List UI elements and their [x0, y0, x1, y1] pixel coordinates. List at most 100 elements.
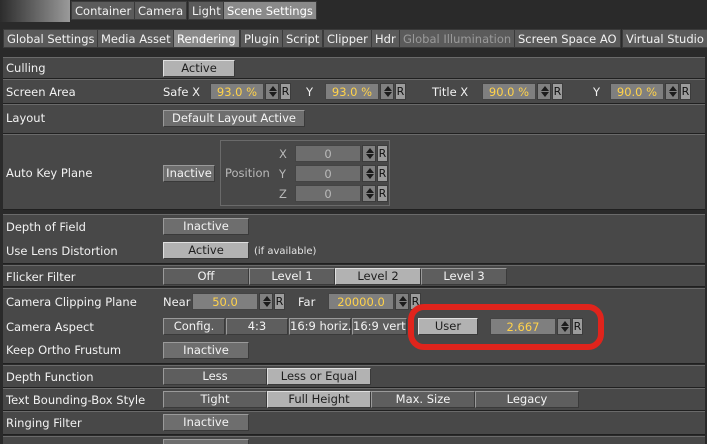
tab-camera[interactable]: Camera: [134, 1, 188, 20]
lens-distortion-note: (if available): [254, 246, 317, 257]
flicker-filter-label: Flicker Filter: [6, 270, 76, 284]
key-y-label: Y: [279, 167, 287, 181]
auto-key-plane-row: Auto Key Plane Inactive Position X 0 R Y…: [3, 134, 705, 210]
tab-container[interactable]: Container: [71, 1, 136, 20]
key-x-label: X: [279, 147, 287, 161]
flicker-off-option[interactable]: Off: [163, 268, 249, 285]
safe-x-reset-button[interactable]: R: [280, 83, 291, 100]
key-y-field[interactable]: 0: [295, 165, 361, 182]
depth-function-row: Depth Function Less Less or Equal: [3, 365, 705, 388]
clipping-plane-label: Camera Clipping Plane: [6, 295, 137, 309]
screen-area-label: Screen Area: [6, 85, 76, 99]
subtab-global-illumination[interactable]: Global Illumination: [399, 29, 516, 48]
layout-row: Layout Default Layout Active: [3, 104, 705, 134]
title-y-reset-button[interactable]: R: [680, 83, 691, 100]
subtab-hdr[interactable]: Hdr: [371, 29, 400, 48]
safe-x-spinner[interactable]: [265, 83, 279, 100]
subtab-clipper[interactable]: Clipper: [323, 29, 372, 48]
safe-y-spinner[interactable]: [380, 83, 394, 100]
aspect-4-3-option[interactable]: 4:3: [226, 318, 288, 335]
safe-y-reset-button[interactable]: R: [395, 83, 406, 100]
screen-area-row: Screen Area Safe X 93.0 % R Y 93.0 % R T…: [3, 79, 705, 104]
flicker-level1-option[interactable]: Level 1: [249, 268, 335, 285]
flicker-filter-row: Flicker Filter Off Level 1 Level 2 Level…: [3, 265, 705, 287]
subtab-script[interactable]: Script: [282, 29, 324, 48]
title-x-reset-button[interactable]: R: [552, 83, 563, 100]
culling-label: Culling: [6, 61, 46, 75]
near-label: Near: [163, 295, 191, 309]
camera-aspect-label: Camera Aspect: [6, 320, 94, 334]
bbox-max-size-option[interactable]: Max. Size: [371, 391, 475, 408]
title-x-spinner[interactable]: [537, 83, 551, 100]
aspect-16-9-horiz-option[interactable]: 16:9 horiz.: [289, 318, 351, 335]
ringing-filter-toggle[interactable]: Inactive: [163, 414, 249, 431]
ortho-frustum-toggle[interactable]: Inactive: [163, 342, 249, 359]
safe-x-field[interactable]: 93.0 %: [210, 83, 264, 100]
subtab-rendering[interactable]: Rendering: [173, 29, 240, 48]
ringing-filter-row: Ringing Filter Inactive: [3, 411, 705, 435]
lens-distortion-label: Use Lens Distortion: [6, 244, 118, 258]
default-layout-button[interactable]: Default Layout Active: [163, 110, 305, 127]
lens-distortion-toggle[interactable]: Active: [163, 242, 249, 259]
sub-tab-bar: Global Settings Media Asset Rendering Pl…: [0, 28, 707, 50]
next-row-button-partial[interactable]: [163, 439, 249, 444]
far-spinner[interactable]: [395, 293, 409, 310]
subtab-virtual-studio[interactable]: Virtual Studio: [622, 29, 707, 48]
text-bbox-label: Text Bounding-Box Style: [6, 393, 146, 407]
auto-key-plane-label: Auto Key Plane: [6, 166, 93, 180]
depth-less-equal-option[interactable]: Less or Equal: [267, 368, 371, 385]
subtab-global-settings[interactable]: Global Settings: [3, 29, 99, 48]
safe-y-label: Y: [306, 85, 314, 99]
key-z-field[interactable]: 0: [295, 185, 361, 202]
aspect-config-option[interactable]: Config.: [163, 318, 225, 335]
depth-of-field-toggle[interactable]: Inactive: [163, 218, 249, 235]
culling-row: Culling Active: [3, 57, 705, 79]
position-group: Position X 0 R Y 0 R Z 0 R: [220, 140, 390, 206]
culling-toggle[interactable]: Active: [163, 60, 235, 77]
key-y-spinner[interactable]: [362, 165, 376, 182]
tab-light[interactable]: Light: [188, 1, 225, 20]
highlight-annotation: [408, 304, 604, 350]
key-x-reset-button[interactable]: R: [377, 145, 388, 162]
near-reset-button[interactable]: R: [274, 293, 285, 310]
far-field[interactable]: 20000.0: [328, 293, 394, 310]
top-tab-bar: Container Camera Light Scene Settings: [0, 0, 707, 22]
subtab-media-asset[interactable]: Media Asset: [97, 29, 175, 48]
title-y-spinner[interactable]: [665, 83, 679, 100]
next-row-partial: [3, 436, 705, 444]
title-y-field[interactable]: 90.0 %: [610, 83, 664, 100]
panel-header-gradient: [0, 0, 70, 22]
near-spinner[interactable]: [259, 293, 273, 310]
bbox-legacy-option[interactable]: Legacy: [475, 391, 579, 408]
aspect-16-9-vert-option[interactable]: 16:9 vert.: [352, 318, 407, 335]
subtab-screen-space-ao[interactable]: Screen Space AO: [514, 29, 621, 48]
tab-scene-settings[interactable]: Scene Settings: [223, 1, 317, 20]
title-x-label: Title X: [432, 85, 469, 99]
depth-function-label: Depth Function: [6, 370, 94, 384]
flicker-level3-option[interactable]: Level 3: [421, 268, 507, 285]
depth-less-option[interactable]: Less: [163, 368, 267, 385]
dof-lens-row: Depth of Field Inactive Use Lens Distort…: [3, 214, 705, 264]
key-x-spinner[interactable]: [362, 145, 376, 162]
depth-of-field-label: Depth of Field: [6, 220, 86, 234]
key-z-reset-button[interactable]: R: [377, 185, 388, 202]
title-x-field[interactable]: 90.0 %: [482, 83, 536, 100]
key-x-field[interactable]: 0: [295, 145, 361, 162]
flicker-level2-option[interactable]: Level 2: [335, 268, 421, 285]
safe-x-label: Safe X: [163, 85, 201, 99]
title-y-label: Y: [593, 85, 601, 99]
text-bbox-row: Text Bounding-Box Style Tight Full Heigh…: [3, 388, 705, 411]
safe-y-field[interactable]: 93.0 %: [325, 83, 379, 100]
key-y-reset-button[interactable]: R: [377, 165, 388, 182]
ortho-frustum-label: Keep Ortho Frustum: [6, 343, 122, 357]
subtab-plugin[interactable]: Plugin: [240, 29, 284, 48]
bbox-full-height-option[interactable]: Full Height: [267, 391, 371, 408]
bbox-tight-option[interactable]: Tight: [163, 391, 267, 408]
ringing-filter-label: Ringing Filter: [6, 416, 82, 430]
key-z-spinner[interactable]: [362, 185, 376, 202]
far-label: Far: [298, 295, 316, 309]
layout-label: Layout: [6, 111, 46, 125]
key-z-label: Z: [279, 187, 287, 201]
auto-key-plane-toggle[interactable]: Inactive: [163, 165, 215, 182]
near-field[interactable]: 50.0: [192, 293, 258, 310]
